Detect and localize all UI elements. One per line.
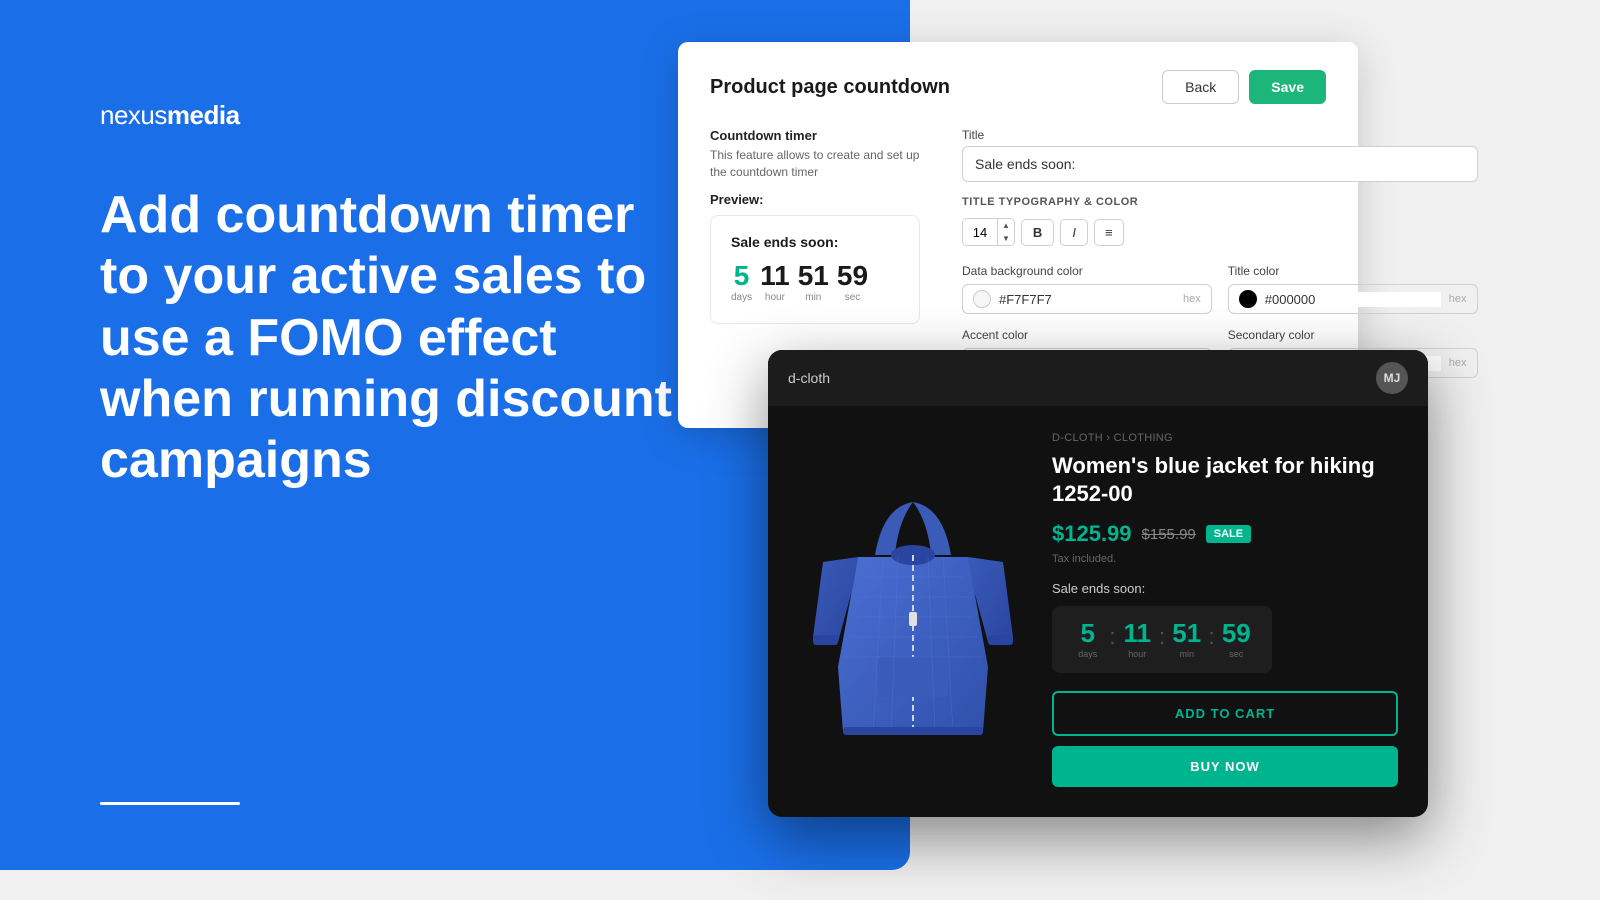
accent-color-label: Accent color bbox=[962, 328, 1212, 342]
title-color-label: Title color bbox=[1228, 264, 1478, 278]
product-card-header: d-cloth MJ bbox=[768, 350, 1428, 406]
secondary-color-label: Secondary color bbox=[1228, 328, 1478, 342]
dc-hours-num: 11 bbox=[1123, 620, 1151, 646]
dc-days: 5 days bbox=[1068, 620, 1107, 659]
dc-sep-1: : bbox=[1107, 624, 1117, 650]
preview-secs: 59 sec bbox=[837, 262, 868, 303]
store-name: d-cloth bbox=[788, 370, 830, 386]
title-color-group: Title color hex bbox=[1228, 264, 1478, 314]
title-color-input[interactable]: hex bbox=[1228, 284, 1478, 314]
dc-sep-2: : bbox=[1157, 624, 1167, 650]
bold-button[interactable]: B bbox=[1021, 219, 1054, 246]
breadcrumb: D-CLOTH › CLOTHING bbox=[1052, 432, 1398, 444]
dc-secs: 59 sec bbox=[1217, 620, 1256, 659]
dc-mins-num: 51 bbox=[1172, 620, 1201, 646]
data-bg-color-group: Data background color hex bbox=[962, 264, 1212, 314]
title-color-hex[interactable] bbox=[1265, 292, 1441, 307]
logo-bold: media bbox=[167, 100, 240, 130]
italic-button[interactable]: I bbox=[1060, 219, 1088, 246]
price-row: $125.99 $155.99 SALE bbox=[1052, 521, 1398, 547]
preview-hours-unit: hour bbox=[765, 292, 785, 303]
typography-heading: TITLE TYPOGRAPHY & COLOR bbox=[962, 196, 1478, 208]
typography-controls: ▲ ▼ B I ≡ bbox=[962, 218, 1478, 246]
dc-mins: 51 min bbox=[1167, 620, 1206, 659]
secondary-color-hex-label: hex bbox=[1449, 357, 1467, 369]
title-color-swatch bbox=[1239, 290, 1257, 308]
dc-days-num: 5 bbox=[1080, 620, 1094, 646]
title-color-hex-label: hex bbox=[1449, 293, 1467, 305]
admin-header: Product page countdown Back Save bbox=[710, 70, 1326, 104]
avatar: MJ bbox=[1376, 362, 1408, 394]
product-card: d-cloth MJ bbox=[768, 350, 1428, 817]
back-button[interactable]: Back bbox=[1162, 70, 1239, 104]
data-bg-color-input[interactable]: hex bbox=[962, 284, 1212, 314]
preview-days-unit: days bbox=[731, 292, 752, 303]
logo-regular: nexus bbox=[100, 100, 167, 130]
font-size-arrows: ▲ ▼ bbox=[997, 219, 1014, 245]
price-original: $155.99 bbox=[1142, 526, 1196, 543]
title-field-label: Title bbox=[962, 128, 1478, 142]
align-button[interactable]: ≡ bbox=[1094, 219, 1124, 246]
font-size-up-arrow[interactable]: ▲ bbox=[997, 219, 1014, 232]
preview-secs-unit: sec bbox=[845, 292, 861, 303]
dark-countdown: 5 days : 11 hour : 51 min : 59 sec bbox=[1052, 606, 1272, 673]
countdown-section-desc: This feature allows to create and set up… bbox=[710, 147, 930, 182]
sale-badge: SALE bbox=[1206, 525, 1251, 543]
logo: nexusmedia bbox=[100, 100, 240, 131]
preview-secs-num: 59 bbox=[837, 262, 868, 290]
add-to-cart-button[interactable]: ADD TO CART bbox=[1052, 691, 1398, 736]
preview-mins-num: 51 bbox=[798, 262, 829, 290]
preview-days: 5 days bbox=[731, 262, 752, 303]
hero-text: Add countdown timer to your active sales… bbox=[100, 185, 680, 492]
countdown-section-label: Countdown timer bbox=[710, 128, 930, 143]
preview-countdown: 5 days 11 hour 51 min 59 sec bbox=[731, 262, 899, 303]
preview-box: Sale ends soon: 5 days 11 hour 51 min bbox=[710, 215, 920, 324]
font-size-control: ▲ ▼ bbox=[962, 218, 1015, 246]
dc-hours-unit: hour bbox=[1128, 649, 1146, 659]
dc-days-unit: days bbox=[1078, 649, 1097, 659]
data-bg-color-label: Data background color bbox=[962, 264, 1212, 278]
data-bg-color-hex[interactable] bbox=[999, 292, 1175, 307]
price-current: $125.99 bbox=[1052, 521, 1132, 547]
dc-secs-unit: sec bbox=[1229, 649, 1243, 659]
product-body: D-CLOTH › CLOTHING Women's blue jacket f… bbox=[768, 406, 1428, 817]
preview-mins-unit: min bbox=[805, 292, 821, 303]
sale-ends-label: Sale ends soon: bbox=[1052, 581, 1398, 596]
product-details: D-CLOTH › CLOTHING Women's blue jacket f… bbox=[1052, 426, 1398, 787]
preview-sale-label: Sale ends soon: bbox=[731, 234, 899, 250]
tax-note: Tax included. bbox=[1052, 553, 1398, 565]
font-size-input[interactable] bbox=[963, 220, 997, 245]
header-buttons: Back Save bbox=[1162, 70, 1326, 104]
product-image-area bbox=[798, 426, 1028, 787]
preview-label: Preview: bbox=[710, 192, 930, 207]
data-bg-color-hex-label: hex bbox=[1183, 293, 1201, 305]
dc-sep-3: : bbox=[1206, 624, 1216, 650]
font-size-down-arrow[interactable]: ▼ bbox=[997, 232, 1014, 245]
color-row-1: Data background color hex Title color he… bbox=[962, 264, 1478, 314]
buy-now-button[interactable]: BUY NOW bbox=[1052, 746, 1398, 787]
hero-divider bbox=[100, 802, 240, 805]
admin-panel-title: Product page countdown bbox=[710, 76, 950, 99]
preview-hours: 11 hour bbox=[760, 262, 790, 303]
preview-mins: 51 min bbox=[798, 262, 829, 303]
dc-secs-num: 59 bbox=[1222, 620, 1251, 646]
data-bg-color-swatch bbox=[973, 290, 991, 308]
dc-mins-unit: min bbox=[1180, 649, 1195, 659]
save-button[interactable]: Save bbox=[1249, 70, 1326, 104]
preview-days-num: 5 bbox=[734, 262, 750, 290]
title-input[interactable] bbox=[962, 146, 1478, 182]
product-image bbox=[803, 467, 1023, 747]
product-name: Women's blue jacket for hiking 1252-00 bbox=[1052, 452, 1398, 507]
dc-hours: 11 hour bbox=[1118, 620, 1157, 659]
preview-hours-num: 11 bbox=[760, 262, 790, 290]
